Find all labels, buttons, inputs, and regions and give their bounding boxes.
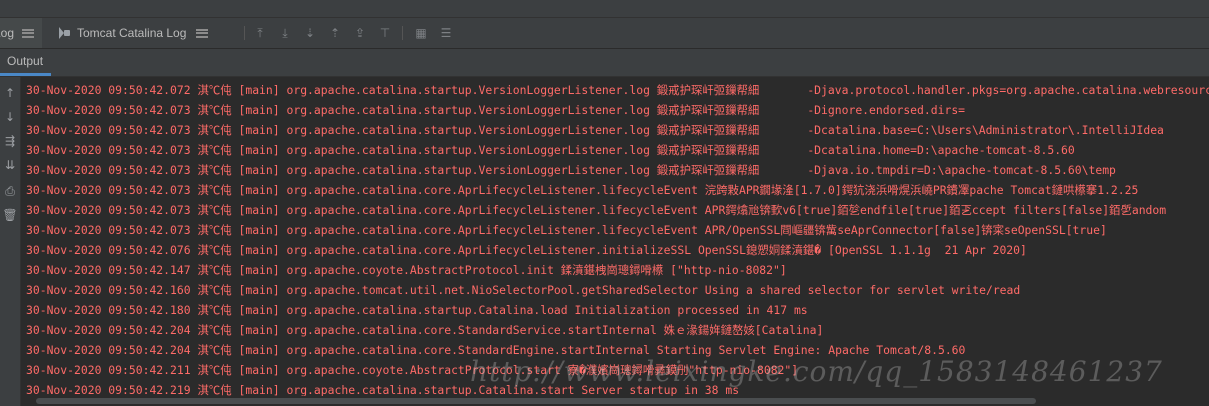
scroll-to-end-icon[interactable]: ⇊ <box>2 157 18 173</box>
scroll-to-end-icon[interactable]: ⤓ <box>277 25 293 41</box>
log-line: 30-Nov-2020 09:50:42.076 淇℃伅 [main] org.… <box>26 243 1027 257</box>
log-line: 30-Nov-2020 09:50:42.073 淇℃伅 [main] org.… <box>26 103 966 117</box>
clear-filter-icon[interactable]: ⊤ <box>377 25 393 41</box>
log-line: 30-Nov-2020 09:50:42.073 淇℃伅 [main] org.… <box>26 223 1107 237</box>
trash-icon[interactable]: 🗑 <box>2 207 18 223</box>
log-line: 30-Nov-2020 09:50:42.160 淇℃伅 [main] org.… <box>26 283 1021 297</box>
log-line: 30-Nov-2020 09:50:42.073 淇℃伅 [main] org.… <box>26 123 1164 137</box>
up-arrow-icon[interactable]: ↑ <box>2 85 18 101</box>
tool-window-tabbar: Log Tomcat Catalina Log ⤒ ⤓ ⇣ ⇡ ⇪ ⊤ ▦ ☰ <box>0 18 1209 49</box>
export-icon[interactable]: ⇪ <box>352 25 368 41</box>
tab-menu-icon[interactable] <box>22 28 34 38</box>
print-icon[interactable]: ⎙ <box>2 183 18 199</box>
horizontal-scrollbar[interactable] <box>36 398 1036 404</box>
step-up-icon[interactable]: ⇡ <box>327 25 343 41</box>
toolbar-separator <box>402 26 403 40</box>
output-bar: Output <box>0 49 1209 77</box>
toolbar-separator <box>244 26 245 40</box>
log-line: 30-Nov-2020 09:50:42.072 淇℃伅 [main] org.… <box>26 83 1209 97</box>
log-line: 30-Nov-2020 09:50:42.180 淇℃伅 [main] org.… <box>26 303 808 317</box>
step-down-icon[interactable]: ⇣ <box>302 25 318 41</box>
soft-wrap-icon[interactable]: ⇶ <box>2 133 18 149</box>
tomcat-log-icon <box>58 27 70 39</box>
log-line: 30-Nov-2020 09:50:42.147 淇℃伅 [main] org.… <box>26 263 787 277</box>
log-line: 30-Nov-2020 09:50:42.073 淇℃伅 [main] org.… <box>26 183 1139 197</box>
console-output[interactable]: 30-Nov-2020 09:50:42.072 淇℃伅 [main] org.… <box>26 80 1209 396</box>
tab-catalina-label: Tomcat Catalina Log <box>77 26 187 40</box>
watermark-text: http://www.leixingke.com/qq_158314846123… <box>470 355 1163 388</box>
list-icon[interactable]: ☰ <box>438 25 454 41</box>
console-sidebar: ↑ ↓ ⇶ ⇊ ⎙ 🗑 <box>0 77 21 406</box>
tab-log-label: Log <box>0 26 15 40</box>
table-icon[interactable]: ▦ <box>413 25 429 41</box>
scroll-up-icon[interactable]: ⤒ <box>252 25 268 41</box>
tab-output[interactable]: Output <box>0 49 52 76</box>
log-line: 30-Nov-2020 09:50:42.073 淇℃伅 [main] org.… <box>26 203 1167 217</box>
log-line: 30-Nov-2020 09:50:42.073 淇℃伅 [main] org.… <box>26 143 1075 157</box>
title-strip <box>0 0 1209 18</box>
tab-log[interactable]: Log <box>0 18 42 48</box>
down-arrow-icon[interactable]: ↓ <box>2 109 18 125</box>
tab-menu-icon[interactable] <box>196 28 209 38</box>
log-line: 30-Nov-2020 09:50:42.204 淇℃伅 [main] org.… <box>26 323 824 337</box>
tab-tomcat-catalina-log[interactable]: Tomcat Catalina Log <box>50 18 242 48</box>
log-line: 30-Nov-2020 09:50:42.073 淇℃伅 [main] org.… <box>26 163 1116 177</box>
